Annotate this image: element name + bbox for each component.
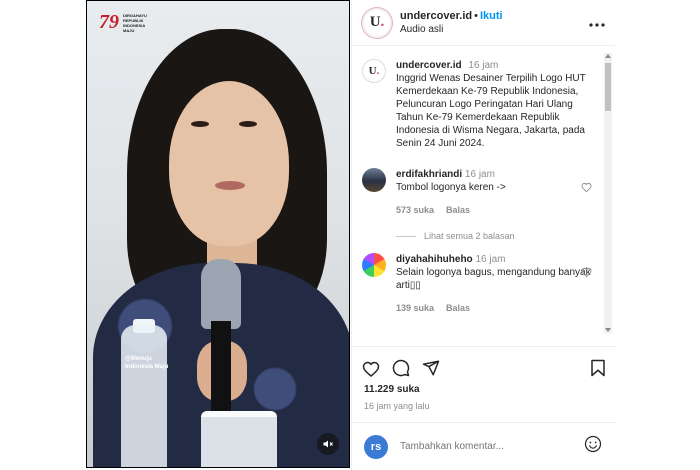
- undercover-logo: U.: [368, 65, 380, 77]
- caption-body: undercover.id 16 jam Inggrid Wenas Desai…: [396, 59, 596, 150]
- speaker-muted-icon: [323, 440, 333, 448]
- media-microphone-handle: [211, 321, 231, 411]
- hut-79-text: DIRGAHAYU REPUBLIK INDONESIA MAJU: [123, 13, 163, 33]
- comment-text: Tombol logonya keren ->: [396, 182, 506, 193]
- comment-body: erdifakhriandi 16 jam Tombol logonya ker…: [396, 168, 592, 217]
- overlay-tag-line: @Menuju: [125, 356, 152, 362]
- view-replies-link[interactable]: Lihat semua 2 balasan: [396, 231, 616, 241]
- author-username[interactable]: undercover.id: [400, 10, 472, 22]
- post-like-count[interactable]: 11.229 suka: [364, 384, 420, 395]
- caption-time: 16 jam: [468, 60, 499, 71]
- comment-reply-button[interactable]: Balas: [446, 204, 470, 217]
- separator-dot: •: [474, 10, 478, 22]
- bookmark-icon: [591, 359, 605, 377]
- scroll-down-arrow-icon[interactable]: [605, 328, 611, 332]
- comment-heart-icon[interactable]: [581, 182, 592, 192]
- audio-label[interactable]: Audio asli: [400, 24, 589, 35]
- media-subject-mouth: [215, 181, 245, 190]
- comment-body: diyahahihuheho 16 jam Selain logonya bag…: [396, 253, 592, 315]
- overlay-tag-line: Indonesia Maju: [125, 364, 169, 370]
- comment-composer: rs: [352, 422, 616, 470]
- comment-item: erdifakhriandi 16 jam Tombol logonya ker…: [352, 168, 616, 217]
- author-avatar[interactable]: U.: [362, 7, 392, 38]
- send-icon: [422, 360, 440, 376]
- emoji-icon: [584, 435, 602, 453]
- save-button[interactable]: [590, 359, 606, 377]
- like-button[interactable]: [362, 360, 380, 377]
- actions-divider: [352, 346, 616, 347]
- emoji-button[interactable]: [584, 435, 602, 458]
- post-timestamp[interactable]: 16 jam yang lalu: [364, 401, 430, 411]
- post-side-panel: U. undercover.id • Ikuti Audio asli U. u…: [351, 0, 616, 470]
- hut-79-text-line: MAJU: [123, 27, 135, 33]
- media-microphone-head: [201, 259, 241, 329]
- comment-like-count[interactable]: 139 suka: [396, 302, 434, 315]
- post-header: U. undercover.id • Ikuti Audio asli: [352, 0, 615, 46]
- comment-icon: [392, 359, 410, 377]
- caption-username[interactable]: undercover.id: [396, 60, 462, 71]
- post-caption: U. undercover.id 16 jam Inggrid Wenas De…: [352, 47, 616, 150]
- post-media[interactable]: 79 DIRGAHAYU REPUBLIK INDONESIA MAJU @Me…: [86, 0, 350, 468]
- more-options-button[interactable]: [589, 14, 605, 32]
- heart-icon: [362, 361, 380, 377]
- comment-text: Selain logonya bagus, mengandung banyak …: [396, 267, 591, 291]
- commenter-username[interactable]: erdifakhriandi: [396, 169, 462, 180]
- comment-time: 16 jam: [464, 169, 495, 180]
- caption-text: Inggrid Wenas Desainer Terpilih Logo HUT…: [396, 73, 586, 149]
- replies-divider-line: [396, 235, 416, 237]
- comment-button[interactable]: [392, 359, 410, 377]
- comment-like-count[interactable]: 573 suka: [396, 204, 434, 217]
- media-subject-face: [169, 81, 289, 246]
- comment-meta: 139 suka Balas: [396, 302, 592, 315]
- comments-scrollbar[interactable]: [604, 53, 612, 333]
- scroll-up-arrow-icon[interactable]: [605, 54, 611, 58]
- comment-input[interactable]: [400, 441, 584, 452]
- more-options-icon: [589, 22, 605, 27]
- comment-heart-icon[interactable]: [581, 267, 592, 277]
- follow-button[interactable]: Ikuti: [480, 10, 503, 22]
- post-actions: [362, 356, 606, 380]
- comment-item: diyahahihuheho 16 jam Selain logonya bag…: [352, 253, 616, 315]
- undercover-logo: U.: [369, 14, 385, 30]
- mute-button[interactable]: [317, 433, 339, 455]
- current-user-avatar: rs: [364, 434, 388, 459]
- view-replies-label: Lihat semua 2 balasan: [424, 231, 515, 241]
- comment-time: 16 jam: [475, 254, 506, 265]
- video-overlay-tag: @Menuju Indonesia Maju: [125, 355, 168, 371]
- share-button[interactable]: [422, 359, 440, 377]
- hut-79-logo: 79 DIRGAHAYU REPUBLIK INDONESIA MAJU: [99, 11, 163, 34]
- commenter-avatar[interactable]: [362, 253, 386, 277]
- media-water-bottle: [121, 325, 167, 467]
- caption-author-avatar[interactable]: U.: [362, 59, 386, 83]
- media-subject-eye: [191, 121, 209, 127]
- author-info: undercover.id • Ikuti Audio asli: [400, 10, 589, 35]
- scrollbar-thumb[interactable]: [605, 63, 611, 111]
- commenter-username[interactable]: diyahahihuheho: [396, 254, 473, 265]
- comments-section[interactable]: U. undercover.id 16 jam Inggrid Wenas De…: [352, 47, 616, 345]
- hut-79-number: 79: [99, 11, 119, 33]
- comment-reply-button[interactable]: Balas: [446, 302, 470, 315]
- commenter-avatar[interactable]: [362, 168, 386, 192]
- media-glass: [201, 411, 277, 467]
- comment-meta: 573 suka Balas: [396, 204, 592, 217]
- media-subject-eye: [239, 121, 257, 127]
